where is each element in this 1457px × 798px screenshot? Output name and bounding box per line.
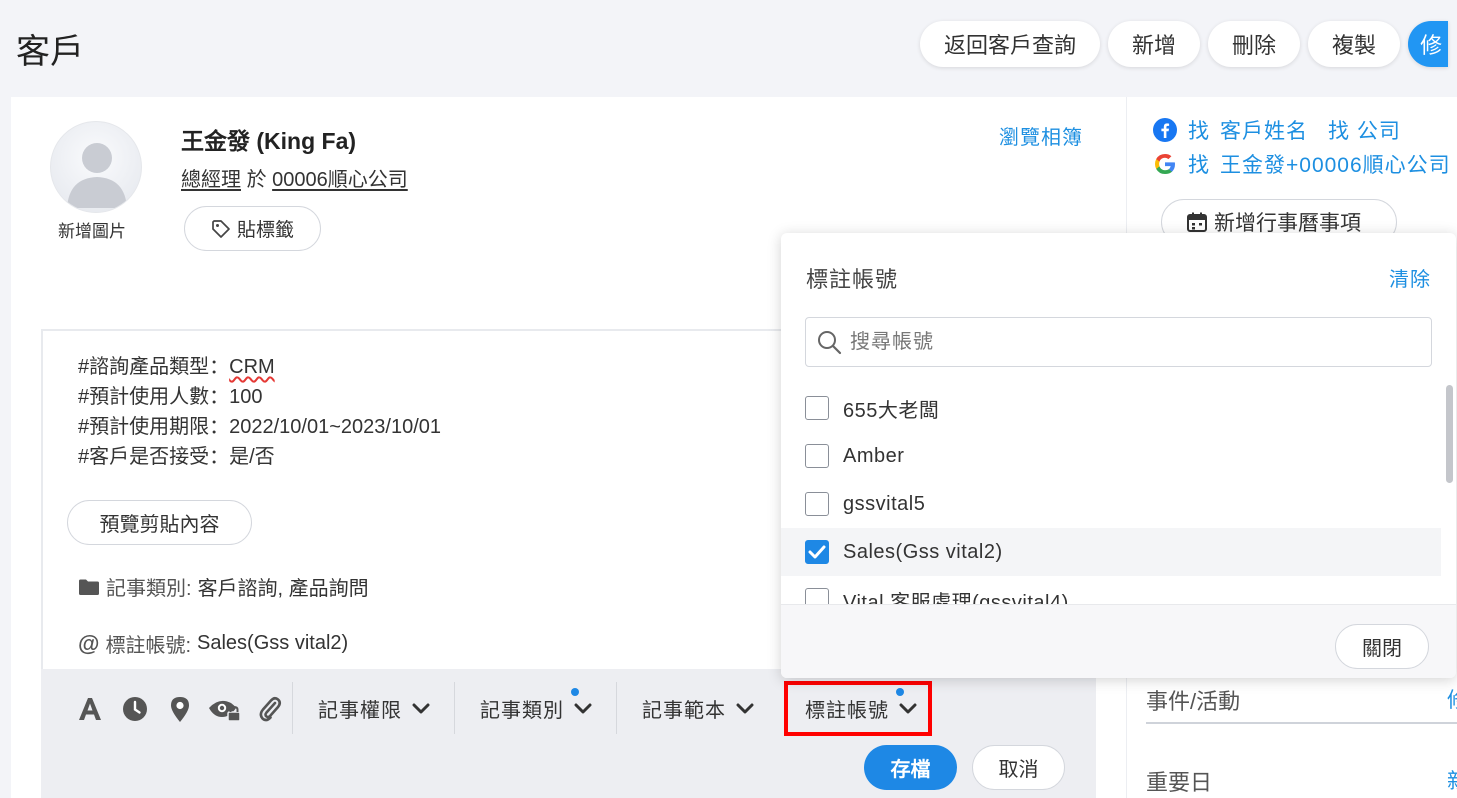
note-line: #諮詢產品類型：CRM [78, 356, 275, 378]
account-option-label: Sales(Gss vital2) [843, 540, 1003, 563]
tag-accounts-popup: 標註帳號 清除 655大老闆 Amber gssvital5 Sales(Gss… [781, 233, 1456, 678]
account-list: 655大老闆 Amber gssvital5 Sales(Gss vital2)… [781, 384, 1441, 604]
note-category-dropdown[interactable]: 記事類別 [480, 694, 592, 723]
account-option-label: Vital 客服處理(gssvital4) [843, 591, 1069, 605]
person-silhouette-icon [67, 143, 127, 208]
copy-button[interactable]: 複製 [1308, 21, 1401, 67]
checkmark-icon [808, 545, 826, 559]
checkbox[interactable] [805, 588, 829, 604]
google-query-link[interactable]: 王金發+00006順心公司 [1220, 149, 1451, 179]
important-dates-add-link[interactable]: 新 [1447, 765, 1457, 795]
toolbar-divider [454, 682, 455, 734]
facebook-find-label: 找 [1188, 120, 1210, 143]
add-tag-label: 貼標籤 [236, 220, 294, 241]
account-option-label: gssvital5 [843, 492, 926, 515]
google-icon [1155, 154, 1175, 174]
contact-title-line: 總經理 於 00006順心公司 [181, 163, 408, 192]
events-section-label: 事件/活動 [1146, 689, 1241, 714]
note-permission-dropdown[interactable]: 記事權限 [318, 694, 430, 723]
chevron-down-icon [412, 703, 430, 713]
important-dates-label: 重要日 [1146, 770, 1213, 795]
account-option[interactable]: gssvital5 [781, 480, 1441, 528]
clock-icon[interactable] [122, 696, 148, 727]
events-edit-link[interactable]: 修 [1447, 684, 1457, 714]
checkbox[interactable] [805, 492, 829, 516]
contact-name: 王金發 (King Fa) [181, 128, 357, 154]
font-icon[interactable] [78, 696, 102, 727]
add-photo-link[interactable]: 新增圖片 [58, 217, 126, 242]
delete-button[interactable]: 刪除 [1208, 21, 1301, 67]
checkbox[interactable] [805, 396, 829, 420]
calendar-icon [1187, 212, 1207, 232]
note-account-key: 標註帳號: [105, 635, 192, 657]
chevron-down-icon [574, 703, 592, 713]
close-popup-button[interactable]: 關閉 [1335, 624, 1429, 669]
add-tag-button[interactable]: 貼標籤 [184, 206, 321, 251]
note-content[interactable]: #諮詢產品類型：CRM #預計使用人數：100 #預計使用期限：2022/10/… [78, 352, 441, 472]
cancel-button[interactable]: 取消 [972, 745, 1065, 790]
google-find-label: 找 [1188, 154, 1210, 177]
account-option[interactable]: Sales(Gss vital2) [781, 528, 1441, 576]
browse-album-link[interactable]: 瀏覽相簿 [999, 121, 1083, 150]
top-action-bar: 返回客戶查詢 新增 刪除 複製 修 [920, 21, 1449, 67]
at-sign-icon: @ [78, 630, 100, 656]
account-option-label: Amber [843, 444, 905, 467]
page-title: 客戶 [16, 33, 84, 71]
events-divider [1146, 722, 1457, 724]
note-account-row: @ 標註帳號: Sales(Gss vital2) [78, 629, 348, 658]
account-option-label: 655大老闆 [843, 399, 940, 422]
account-search-field[interactable] [805, 317, 1432, 367]
add-button[interactable]: 新增 [1108, 21, 1201, 67]
highlight-box [784, 681, 932, 736]
facebook-search-row: 找 客戶姓名 找 公司 [1152, 115, 1401, 145]
scrollbar-thumb[interactable] [1446, 385, 1453, 483]
toolbar-divider [292, 682, 293, 734]
note-account-value: Sales(Gss vital2) [197, 632, 349, 654]
account-option[interactable]: Amber [781, 432, 1441, 480]
search-icon [818, 331, 842, 355]
location-pin-icon[interactable] [169, 695, 191, 728]
paperclip-icon[interactable] [258, 695, 282, 728]
checkbox-checked[interactable] [805, 540, 829, 564]
account-option[interactable]: 655大老闆 [781, 384, 1441, 432]
popup-title: 標註帳號 [806, 267, 899, 292]
tag-icon [212, 219, 230, 238]
note-category-key: 記事類別: [106, 578, 192, 600]
account-search-input[interactable] [850, 330, 1410, 354]
preview-clipboard-button[interactable]: 預覽剪貼內容 [67, 500, 252, 545]
note-line: #客戶是否接受：是/否 [78, 446, 275, 468]
note-template-label: 記事範本 [642, 700, 726, 722]
private-eye-lock-icon[interactable] [208, 697, 242, 728]
note-template-dropdown[interactable]: 記事範本 [642, 694, 754, 723]
facebook-icon [1153, 118, 1177, 142]
note-category-row: 記事類別: 客戶諮詢, 產品詢問 [78, 572, 369, 601]
toolbar-divider [616, 682, 617, 734]
back-to-search-button[interactable]: 返回客戶查詢 [920, 21, 1101, 67]
note-line: #預計使用人數：100 [78, 386, 263, 408]
note-line: #預計使用期限：2022/10/01~2023/10/01 [78, 416, 441, 438]
note-category-dd-label: 記事類別 [480, 700, 564, 722]
account-option[interactable]: Vital 客服處理(gssvital4) [781, 576, 1441, 604]
clear-selection-link[interactable]: 清除 [1389, 263, 1431, 292]
position-link[interactable]: 總經理 [181, 169, 241, 191]
edit-button[interactable]: 修 [1408, 21, 1449, 67]
note-permission-label: 記事權限 [318, 700, 402, 722]
google-search-row: 找 王金發+00006順心公司 [1152, 149, 1451, 179]
company-link[interactable]: 00006順心公司 [272, 169, 408, 191]
checkbox[interactable] [805, 444, 829, 468]
facebook-name-link[interactable]: 客戶姓名 [1220, 115, 1308, 145]
note-category-value: 客戶諮詢, 產品詢問 [197, 578, 369, 600]
at-label: 於 [246, 169, 267, 191]
folder-icon [79, 579, 99, 595]
save-button[interactable]: 存檔 [864, 745, 957, 790]
facebook-company-link[interactable]: 找 公司 [1328, 115, 1401, 145]
category-indicator-dot [571, 688, 579, 696]
avatar[interactable] [50, 121, 142, 213]
chevron-down-icon [736, 703, 754, 713]
